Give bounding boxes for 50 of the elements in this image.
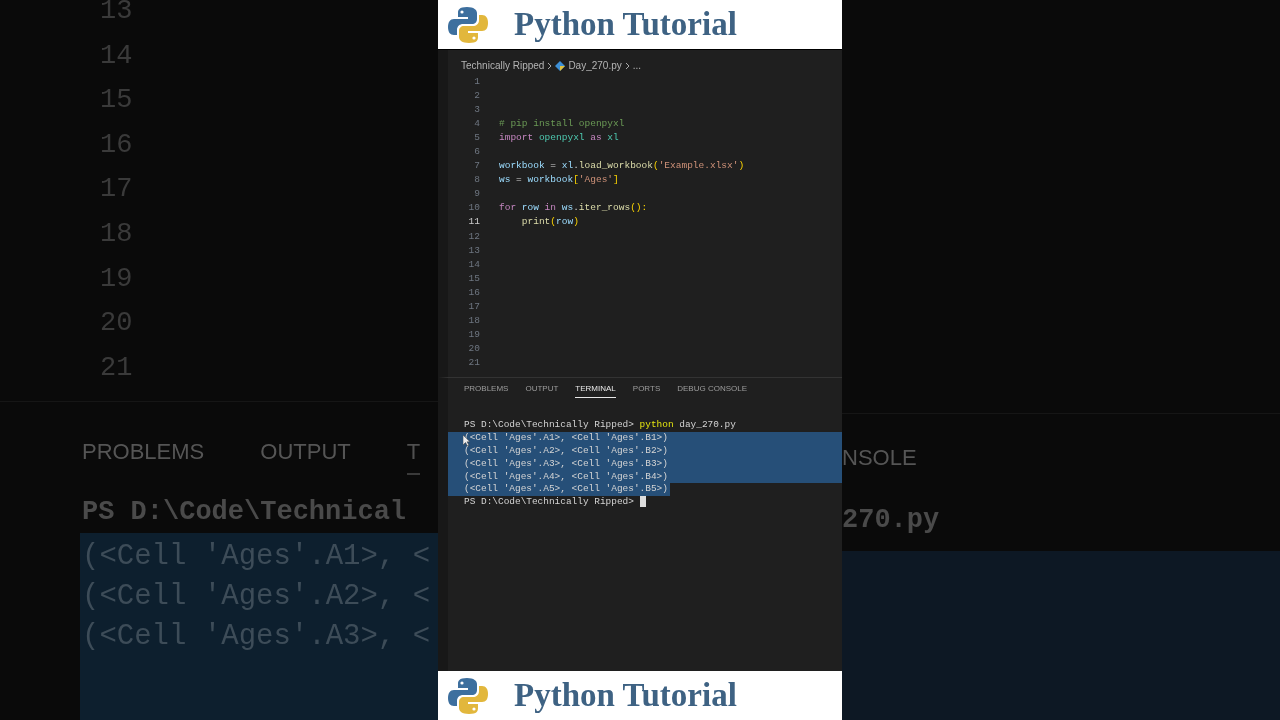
line-number: 4 (473, 117, 481, 129)
terminal-line: PS D:\Code\Technical (81, 496, 408, 529)
line-number: 10 (467, 202, 481, 214)
logo-icon (448, 4, 488, 45)
line-number: 12 (467, 230, 481, 242)
tab-label: NSOLE (842, 444, 917, 472)
line-number: 17 (467, 301, 481, 313)
line-number: 6 (473, 146, 481, 157)
chevron-icon (624, 61, 630, 70)
chevron-icon (547, 61, 553, 70)
code-line: ws = workbook['Ages'] (499, 174, 619, 186)
code-line: workbook = xl.load_workbook('Example.xlsx') (499, 160, 745, 172)
panel-tab[interactable]: TERMINAL (575, 384, 616, 398)
line-number: 8 (473, 174, 481, 186)
panel-tab[interactable]: DEBUG CONSOLE (677, 384, 748, 398)
line-number: 18 (467, 315, 481, 327)
tab-label: T (406, 439, 421, 475)
breadcrumb-item[interactable]: ... (632, 60, 642, 71)
line-number: 1 (473, 75, 481, 87)
terminal-line: PS D:\Code\Technically Ripped> (448, 496, 842, 510)
breadcrumb-item[interactable]: Technically Ripped (461, 60, 545, 71)
file-type-icon (555, 60, 566, 71)
line-number: 21 (467, 357, 481, 369)
line-number: 9 (473, 188, 481, 200)
code-line: for row in ws.iter_rows(): (499, 202, 648, 214)
panel-tab[interactable]: OUTPUT (525, 384, 559, 398)
tab-label: PROBLEMS (82, 439, 205, 466)
logo-icon (448, 675, 488, 716)
line-number: 20 (467, 343, 481, 355)
line-number: 2 (473, 89, 481, 101)
line-number: 15 (467, 272, 481, 284)
line-number: 7 (473, 160, 481, 172)
panel-tab[interactable]: PORTS (632, 384, 661, 398)
line-number: 16 (467, 286, 481, 298)
line-number: 11 (467, 216, 481, 228)
line-number: 19 (467, 329, 481, 341)
channel-title: Python Tutorial (514, 677, 737, 714)
code-line: print(row) (520, 216, 579, 228)
line-number: 13 (467, 244, 481, 256)
line-number: 5 (473, 131, 481, 143)
line-number: 14 (467, 258, 481, 270)
code-line: import openpyxl as xl (499, 131, 619, 143)
panel-tab[interactable]: PROBLEMS (464, 384, 509, 398)
breadcrumb-item[interactable]: Day_270.py (568, 60, 622, 71)
line-number: 3 (473, 103, 481, 115)
code-line: # pip install openpyxl (499, 117, 625, 129)
channel-title: Python Tutorial (514, 6, 737, 43)
terminal-line: 270.py (842, 505, 940, 537)
tab-label: OUTPUT (260, 439, 351, 466)
terminal-line: PS D:\Code\Technically Ripped> python day_270.py (463, 419, 737, 432)
